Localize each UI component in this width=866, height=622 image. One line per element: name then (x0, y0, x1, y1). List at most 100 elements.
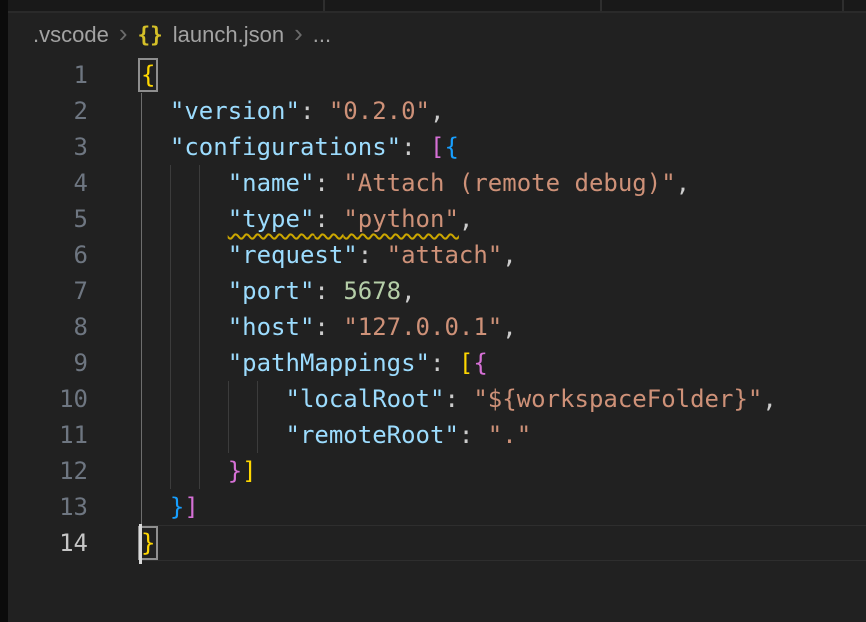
code-line-content[interactable]: "configurations": [{ (141, 129, 866, 165)
line-number[interactable]: 8 (0, 309, 88, 345)
code-line[interactable]: 11 "remoteRoot": "." (0, 417, 866, 453)
json-file-icon: {} (138, 23, 163, 47)
breadcrumb: .vscode › {} launch.json › ... (0, 13, 866, 57)
code-token: : (314, 313, 343, 341)
code-line[interactable]: 7 "port": 5678, (0, 273, 866, 309)
code-token: 5678 (343, 277, 401, 305)
code-token: : (314, 205, 343, 233)
line-number[interactable]: 4 (0, 165, 88, 201)
code-token: : (459, 421, 488, 449)
breadcrumb-folder[interactable]: .vscode (33, 22, 109, 48)
code-line-content[interactable]: "request": "attach", (141, 237, 866, 273)
code-line[interactable]: 10 "localRoot": "${workspaceFolder}", (0, 381, 866, 417)
tab-divider (842, 0, 844, 11)
code-token: "python" (343, 205, 459, 233)
code-token: : (401, 133, 430, 161)
code-line-content[interactable]: "port": 5678, (141, 273, 866, 309)
code-token: : (444, 385, 473, 413)
line-number[interactable]: 9 (0, 345, 88, 381)
code-token: { (444, 133, 458, 161)
code-line[interactable]: 13 }] (0, 489, 866, 525)
code-token: [ (459, 349, 473, 377)
line-number[interactable]: 10 (0, 381, 88, 417)
code-token: , (762, 385, 776, 413)
code-token: } (170, 493, 184, 521)
tab-divider (323, 0, 325, 11)
code-token (141, 205, 228, 233)
line-number[interactable]: 1 (0, 57, 88, 93)
code-line-content[interactable]: "remoteRoot": "." (141, 417, 866, 453)
code-line[interactable]: 9 "pathMappings": [{ (0, 345, 866, 381)
code-line[interactable]: 5 "type": "python", (0, 201, 866, 237)
code-token: "host" (228, 313, 315, 341)
code-line[interactable]: 3 "configurations": [{ (0, 129, 866, 165)
code-token: , (430, 97, 444, 125)
line-number[interactable]: 2 (0, 93, 88, 129)
vscode-editor-window: .vscode › {} launch.json › ... 1{2 "vers… (0, 0, 866, 622)
code-line-content[interactable]: "pathMappings": [{ (141, 345, 866, 381)
editor-left-edge (0, 0, 8, 622)
breadcrumb-symbol-more[interactable]: ... (313, 22, 331, 48)
code-token (141, 421, 286, 449)
code-line[interactable]: 12 }] (0, 453, 866, 489)
line-number[interactable]: 5 (0, 201, 88, 237)
code-line-content[interactable]: }] (141, 489, 866, 525)
code-line[interactable]: 8 "host": "127.0.0.1", (0, 309, 866, 345)
code-token: "port" (228, 277, 315, 305)
code-line-content[interactable]: }] (141, 453, 866, 489)
code-token: "remoteRoot" (286, 421, 459, 449)
code-line-content[interactable]: "type": "python", (141, 201, 866, 237)
breadcrumb-file[interactable]: launch.json (173, 22, 284, 48)
code-line[interactable]: 14} (0, 525, 866, 561)
code-token (141, 241, 228, 269)
line-number[interactable]: 6 (0, 237, 88, 273)
code-line[interactable]: 4 "name": "Attach (remote debug)", (0, 165, 866, 201)
line-number[interactable]: 12 (0, 453, 88, 489)
code-token: } (141, 529, 155, 557)
code-line[interactable]: 2 "version": "0.2.0", (0, 93, 866, 129)
code-editor[interactable]: 1{2 "version": "0.2.0",3 "configurations… (0, 57, 866, 622)
tab-bar-edge (0, 0, 866, 13)
code-token: "0.2.0" (329, 97, 430, 125)
code-token: , (401, 277, 415, 305)
tab-divider (600, 0, 602, 11)
line-number[interactable]: 11 (0, 417, 88, 453)
code-token: "version" (170, 97, 300, 125)
code-token: "Attach (remote debug)" (343, 169, 675, 197)
line-number[interactable]: 14 (0, 525, 88, 561)
code-token: "attach" (387, 241, 503, 269)
line-number[interactable]: 3 (0, 129, 88, 165)
code-token (141, 457, 228, 485)
code-lines: 1{2 "version": "0.2.0",3 "configurations… (0, 57, 866, 561)
code-token: , (502, 241, 516, 269)
code-token: { (473, 349, 487, 377)
code-token: { (141, 61, 155, 89)
code-token: , (676, 169, 690, 197)
code-token: "pathMappings" (228, 349, 430, 377)
code-token (141, 133, 170, 161)
code-token: : (314, 169, 343, 197)
code-line-content[interactable]: } (141, 525, 866, 561)
code-token (141, 493, 170, 521)
code-token (141, 385, 286, 413)
code-line[interactable]: 6 "request": "attach", (0, 237, 866, 273)
code-token (141, 349, 228, 377)
code-line-content[interactable]: "localRoot": "${workspaceFolder}", (141, 381, 866, 417)
code-line-content[interactable]: { (141, 57, 866, 93)
code-line[interactable]: 1{ (0, 57, 866, 93)
chevron-right-icon: › (119, 20, 128, 46)
code-token: : (358, 241, 387, 269)
code-token (141, 169, 228, 197)
chevron-right-icon: › (294, 20, 303, 46)
current-line-highlight (140, 525, 866, 561)
line-number[interactable]: 7 (0, 273, 88, 309)
code-line-content[interactable]: "host": "127.0.0.1", (141, 309, 866, 345)
code-token: [ (430, 133, 444, 161)
line-number[interactable]: 13 (0, 489, 88, 525)
code-token: "type" (228, 205, 315, 233)
code-token: : (314, 277, 343, 305)
code-token: "${workspaceFolder}" (473, 385, 762, 413)
code-line-content[interactable]: "version": "0.2.0", (141, 93, 866, 129)
code-token (141, 97, 170, 125)
code-line-content[interactable]: "name": "Attach (remote debug)", (141, 165, 866, 201)
